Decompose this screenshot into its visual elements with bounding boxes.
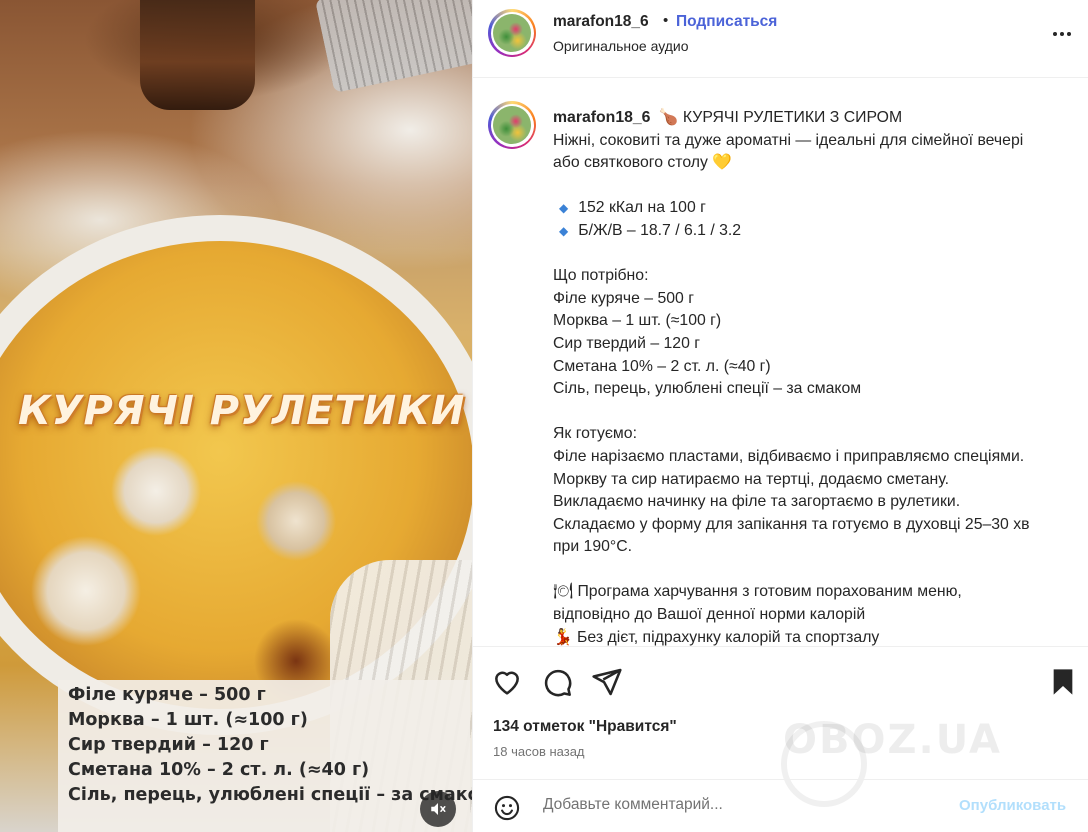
caption-username[interactable]: marafon18_6 xyxy=(553,109,650,126)
caption-line: Викладаємо начинку на філе та загортаємо… xyxy=(553,493,961,511)
caption-line: Як готуємо: xyxy=(553,425,637,443)
caption-line: або святкового столу 💛 xyxy=(553,154,732,172)
speaker-muted-icon xyxy=(431,803,446,815)
caption-line: Сметана 10% – 2 ст. л. (≈40 г) xyxy=(553,357,771,375)
video-ingredient-line: Морква – 1 шт. (≈100 г) xyxy=(68,710,308,730)
caption-line: Ніжні, соковиті та дуже ароматні — ідеал… xyxy=(553,131,1024,149)
comment-bar: Опубликовать xyxy=(473,779,1088,832)
caption-line: Що потрібно: xyxy=(553,267,649,285)
more-horizontal-icon xyxy=(1053,32,1057,36)
publish-button[interactable]: Опубликовать xyxy=(959,797,1066,814)
spice-jar-image xyxy=(140,0,255,110)
caption-line: Сир твердий – 120 г xyxy=(553,334,701,352)
caption-line: Філе нарізаємо пластами, відбиваємо і пр… xyxy=(553,447,1025,465)
caption-line: при 190°C. xyxy=(553,538,633,556)
video-ingredient-line: Сметана 10% – 2 ст. л. (≈40 г) xyxy=(68,760,370,780)
caption-line: 🍽 Програма харчування з готовим порахова… xyxy=(553,583,962,601)
post-actions: OBOZ.UA 134 отметок "Нравится" 18 часов … xyxy=(473,646,1088,832)
blue-diamond-icon: ◆ xyxy=(559,201,569,216)
caption-line: 152 кКал на 100 г xyxy=(578,199,706,217)
post-side-panel: marafon18_6 • Подписаться Оригинальное а… xyxy=(472,0,1088,832)
caption-line: Б/Ж/В – 18.7 / 6.1 / 3.2 xyxy=(578,221,742,239)
caption-line: відповідно до Вашої денної норми калорій xyxy=(553,606,866,624)
watermark-text: OBOZ.UA xyxy=(783,717,1002,763)
grater-image xyxy=(315,0,472,93)
caption-avatar[interactable] xyxy=(488,101,536,149)
caption-line: 💃 Без дієт, підрахунку калорій та спортз… xyxy=(553,628,880,646)
caption-line: Філе куряче – 500 г xyxy=(553,289,694,307)
mute-button[interactable] xyxy=(420,791,456,827)
likes-count[interactable]: 134 отметок "Нравится" xyxy=(493,718,677,736)
post-header: marafon18_6 • Подписаться Оригинальное а… xyxy=(473,0,1088,78)
post-video[interactable]: КУРЯЧІ РУЛЕТИКИ Філе куряче – 500 г Морк… xyxy=(0,0,472,832)
video-ingredient-line: Філе куряче – 500 г xyxy=(68,685,266,705)
more-options-button[interactable] xyxy=(1048,24,1076,44)
follow-button[interactable]: Подписаться xyxy=(676,13,777,31)
comment-icon[interactable] xyxy=(541,666,573,698)
heart-icon[interactable] xyxy=(491,666,523,698)
caption-line: Складаємо у форму для запікання та готує… xyxy=(553,515,1030,533)
post-caption: marafon18_6 🍗 КУРЯЧІ РУЛЕТИКИ З СИРОМ Ні… xyxy=(473,79,1088,646)
video-overlay-title: КУРЯЧІ РУЛЕТИКИ xyxy=(18,388,466,434)
caption-line: Сіль, перець, улюблені спеції – за смако… xyxy=(553,380,862,398)
bookmark-icon[interactable] xyxy=(1047,666,1079,698)
username-link[interactable]: marafon18_6 xyxy=(553,13,649,31)
video-ingredients-card: Філе куряче – 500 г Морква – 1 шт. (≈100… xyxy=(58,680,472,832)
caption-text: marafon18_6 🍗 КУРЯЧІ РУЛЕТИКИ З СИРОМ Ні… xyxy=(553,107,1083,646)
blue-diamond-icon: ◆ xyxy=(559,223,569,238)
audio-link[interactable]: Оригинальное аудио xyxy=(553,38,689,54)
video-ingredient-line: Сир твердий – 120 г xyxy=(68,735,269,755)
caption-line: Моркву та сир натираємо на тертці, додає… xyxy=(553,470,949,488)
comment-input[interactable] xyxy=(543,796,943,814)
caption-line: Морква – 1 шт. (≈100 г) xyxy=(553,312,722,330)
video-ingredient-line: Сіль, перець, улюблені спеції – за смако… xyxy=(68,785,472,805)
timestamp[interactable]: 18 часов назад xyxy=(493,744,585,759)
caption-title: 🍗 КУРЯЧІ РУЛЕТИКИ З СИРОМ xyxy=(658,109,903,126)
avatar[interactable] xyxy=(488,9,536,57)
emoji-icon[interactable] xyxy=(493,794,521,822)
separator-dot: • xyxy=(663,12,669,29)
share-icon[interactable] xyxy=(591,666,623,698)
